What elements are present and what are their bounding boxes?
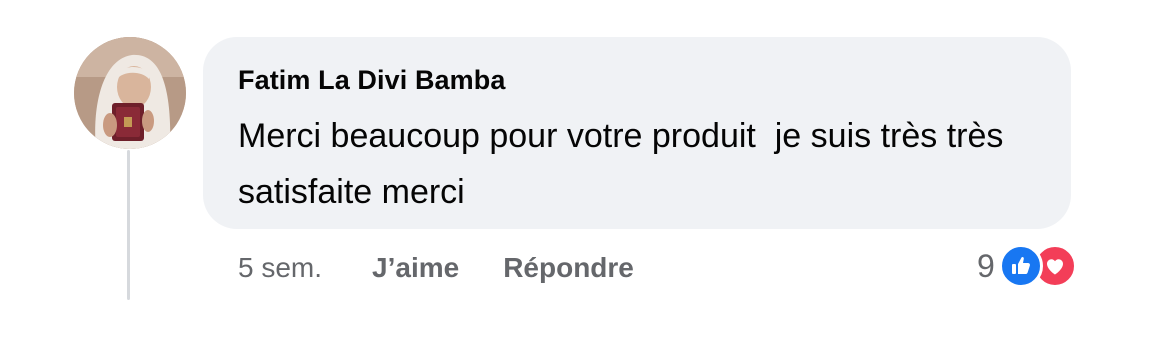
like-icon — [998, 244, 1043, 288]
reaction-count: 9 — [977, 247, 995, 284]
comment-actions: 5 sem. J’aime Répondre — [238, 246, 678, 290]
author-name[interactable]: Fatim La Divi Bamba — [238, 63, 1041, 97]
comment-container: Fatim La Divi Bamba Merci beaucoup pour … — [0, 0, 1168, 341]
avatar[interactable] — [74, 37, 186, 149]
timestamp[interactable]: 5 sem. — [238, 252, 322, 284]
avatar-image — [74, 37, 186, 149]
like-button[interactable]: J’aime — [372, 252, 459, 284]
reply-button[interactable]: Répondre — [503, 252, 634, 284]
thread-line — [127, 150, 130, 300]
comment-text: Merci beaucoup pour votre produit je sui… — [238, 117, 1013, 211]
reactions-summary[interactable]: 9 — [977, 244, 1077, 288]
comment-bubble: Fatim La Divi Bamba Merci beaucoup pour … — [203, 37, 1071, 229]
